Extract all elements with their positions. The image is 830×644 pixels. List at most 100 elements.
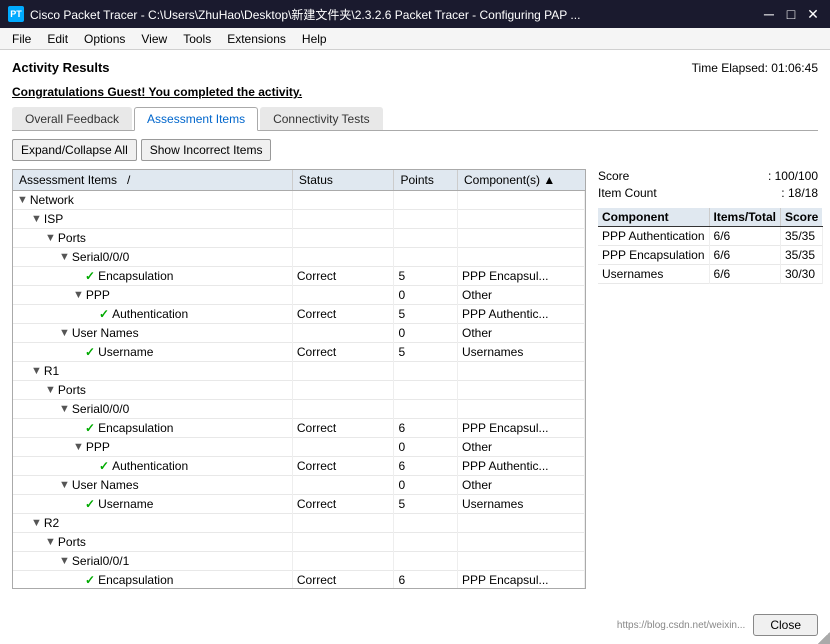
tree-expand-icon[interactable]: ▼ [17, 194, 28, 206]
table-cell-component [457, 552, 584, 571]
tree-expand-icon[interactable]: ▼ [45, 384, 56, 396]
congrats-text: Congratulations Guest! You completed the… [12, 85, 818, 99]
table-cell-name: ✓Encapsulation [13, 267, 292, 286]
tree-item-label: Ports [58, 535, 86, 549]
menu-view[interactable]: View [133, 30, 175, 48]
check-icon: ✓ [99, 307, 109, 321]
tree-expand-icon[interactable]: ▼ [31, 213, 42, 225]
tree-item-label: Ports [58, 231, 86, 245]
table-cell-name: ▼ISP [13, 210, 292, 229]
table-cell-points [394, 229, 458, 248]
table-cell-status [292, 552, 394, 571]
table-cell-points: 5 [394, 343, 458, 362]
score-table-cell-score: 30/30 [781, 265, 823, 284]
tree-expand-icon[interactable]: ▼ [59, 251, 70, 263]
table-cell-name: ▼R1 [13, 362, 292, 381]
table-row: ▼User Names0Other [13, 476, 585, 495]
table-row: ▼ISP [13, 210, 585, 229]
table-cell-points: 6 [394, 571, 458, 589]
score-value: : 100/100 [768, 169, 818, 183]
score-col-component: Component [598, 208, 709, 227]
table-row: ✓AuthenticationCorrect5PPP Authentic... [13, 305, 585, 324]
table-cell-name: ▼PPP [13, 286, 292, 305]
table-cell-status: Correct [292, 495, 394, 514]
score-table-cell-itemsTotal: 6/6 [709, 227, 780, 246]
tree-expand-icon[interactable]: ▼ [31, 365, 42, 377]
tree-expand-icon[interactable]: ▼ [31, 517, 42, 529]
tree-item-label: Serial0/0/0 [72, 250, 129, 264]
table-cell-component [457, 514, 584, 533]
table-cell-name: ✓Encapsulation [13, 419, 292, 438]
menu-edit[interactable]: Edit [39, 30, 76, 48]
window-close-button[interactable]: ✕ [804, 5, 822, 23]
title-bar-controls: ─ □ ✕ [760, 5, 822, 23]
resize-handle[interactable] [818, 632, 830, 644]
table-cell-status [292, 381, 394, 400]
table-cell-name: ▼Serial0/0/0 [13, 248, 292, 267]
table-row: ✓EncapsulationCorrect6PPP Encapsul... [13, 571, 585, 589]
col-header-status: Status [292, 170, 394, 191]
tab-connectivity-tests[interactable]: Connectivity Tests [260, 107, 383, 130]
menu-help[interactable]: Help [294, 30, 335, 48]
menu-file[interactable]: File [4, 30, 39, 48]
assessment-table-container: Assessment Items / Status Points Compone… [12, 169, 586, 589]
table-cell-name: ▼Network [13, 191, 292, 210]
table-cell-status [292, 286, 394, 305]
table-row: ✓UsernameCorrect5Usernames [13, 495, 585, 514]
table-cell-name: ▼Serial0/0/1 [13, 552, 292, 571]
table-row: ▼Ports [13, 533, 585, 552]
table-cell-points [394, 191, 458, 210]
col-header-items: Assessment Items / [13, 170, 292, 191]
table-cell-points [394, 381, 458, 400]
table-cell-status [292, 324, 394, 343]
maximize-button[interactable]: □ [782, 5, 800, 23]
menu-extensions[interactable]: Extensions [219, 30, 294, 48]
check-icon: ✓ [85, 497, 95, 511]
tab-assessment-items[interactable]: Assessment Items [134, 107, 258, 131]
tree-expand-icon[interactable]: ▼ [73, 289, 84, 301]
table-cell-component: PPP Encapsul... [457, 419, 584, 438]
table-cell-component: Other [457, 476, 584, 495]
score-table-cell-itemsTotal: 6/6 [709, 265, 780, 284]
table-cell-points: 6 [394, 419, 458, 438]
table-cell-component [457, 533, 584, 552]
col-header-points: Points [394, 170, 458, 191]
table-cell-name: ✓Username [13, 343, 292, 362]
table-cell-points: 0 [394, 286, 458, 305]
tab-overall-feedback[interactable]: Overall Feedback [12, 107, 132, 130]
table-cell-points: 5 [394, 495, 458, 514]
table-cell-status [292, 438, 394, 457]
table-cell-points: 6 [394, 457, 458, 476]
table-row: ✓AuthenticationCorrect6PPP Authentic... [13, 457, 585, 476]
assessment-table: Assessment Items / Status Points Compone… [13, 170, 585, 588]
tree-expand-icon[interactable]: ▼ [45, 536, 56, 548]
tree-expand-icon[interactable]: ▼ [59, 327, 70, 339]
close-button[interactable]: Close [753, 614, 818, 636]
table-cell-status: Correct [292, 343, 394, 362]
menu-tools[interactable]: Tools [175, 30, 219, 48]
tree-expand-icon[interactable]: ▼ [59, 555, 70, 567]
tree-expand-icon[interactable]: ▼ [59, 403, 70, 415]
tree-item-label: Encapsulation [98, 421, 173, 435]
table-cell-name: ▼Ports [13, 533, 292, 552]
table-cell-component: PPP Authentic... [457, 457, 584, 476]
tree-expand-icon[interactable]: ▼ [45, 232, 56, 244]
tree-expand-icon[interactable]: ▼ [73, 441, 84, 453]
tree-item-label: Encapsulation [98, 573, 173, 587]
minimize-button[interactable]: ─ [760, 5, 778, 23]
table-cell-name: ✓Authentication [13, 305, 292, 324]
table-cell-name: ✓Authentication [13, 457, 292, 476]
table-row: ▼Ports [13, 381, 585, 400]
table-scroll[interactable]: Assessment Items / Status Points Compone… [13, 170, 585, 588]
app-icon: PT [8, 6, 24, 22]
table-cell-name: ▼Ports [13, 381, 292, 400]
table-cell-component [457, 248, 584, 267]
tree-expand-icon[interactable]: ▼ [59, 479, 70, 491]
table-cell-component: Other [457, 324, 584, 343]
expand-collapse-all-button[interactable]: Expand/Collapse All [12, 139, 137, 161]
table-cell-name: ▼Ports [13, 229, 292, 248]
menu-bar: File Edit Options View Tools Extensions … [0, 28, 830, 50]
table-cell-component [457, 400, 584, 419]
menu-options[interactable]: Options [76, 30, 133, 48]
show-incorrect-items-button[interactable]: Show Incorrect Items [141, 139, 272, 161]
